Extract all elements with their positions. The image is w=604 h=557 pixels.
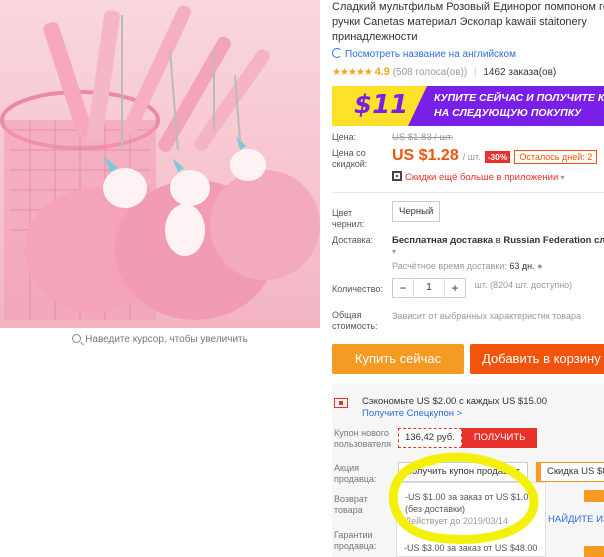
buy-now-button[interactable]: Купить сейчас [332,344,464,374]
product-title: Сладкий мультфильм Розовый Единорог помп… [332,1,604,43]
get-coupon-button[interactable]: ПОЛУЧИТЬ [461,428,538,448]
new-user-coupon: 136,42 руб. ПОЛУЧИТЬ [398,428,538,448]
seller-promo-label: Акция продавца: [334,463,377,484]
seller-coupon-dropdown[interactable]: Получить купон продавца ▼ [398,462,528,482]
find-more-link[interactable]: НАЙДИТЕ ИЗБРА [548,514,604,525]
ink-color-option[interactable]: Черный [392,201,441,222]
quantity-increase-button[interactable]: + [445,281,465,295]
product-page: Наведите курсор, чтобы увеличить Сладкий… [0,0,604,557]
product-photo [0,5,320,320]
product-image[interactable] [0,0,320,328]
coupon-amount: 136,42 руб. [398,428,462,448]
delivery-option[interactable]: Бесплатная доставка в Russian Federation… [392,235,604,246]
ink-color-label: Цвет чернил: [332,208,365,229]
orders-count: 1462 заказа(ов) [483,67,557,78]
gift-icon [334,398,348,408]
days-left-badge: Осталось дней: 2 [514,150,598,164]
discount-badge: -30% [484,151,511,163]
rating-score: 4.9 [374,66,390,78]
product-info: Сладкий мультфильм Розовый Единорог помп… [332,0,604,557]
delivery-label: Доставка: [332,235,374,245]
zoom-hint: Наведите курсор, чтобы увеличить [0,330,320,350]
rating-votes[interactable]: (508 голоса(ов)) [393,67,468,78]
seller-discount-tag[interactable]: Скидка US $8 з [536,462,604,482]
rating-stars-icon: ★★★★★ [332,67,373,78]
return-label: Возврат товара [334,494,368,515]
delivery-time: Расчётное время доставки: 63 дн. ● [392,261,543,271]
chevron-down-icon: ▼ [514,468,521,475]
quantity-decrease-button[interactable]: − [393,281,413,295]
seller-coupon-item[interactable]: -US $1.00 за заказ от US $1.01 (без дост… [405,491,533,527]
quantity-input[interactable]: 1 [413,279,445,297]
total-value: Зависит от выбранных характеристик товар… [392,311,581,321]
old-price: US $1.83 / шт. [392,132,454,143]
translate-icon [332,48,342,58]
coupon-tag-icon [584,490,604,502]
add-to-cart-button[interactable]: Добавить в корзину [470,344,604,374]
delivery-dropdown-icon[interactable]: ▾ [392,247,396,256]
seller-coupon-item[interactable]: -US $3.00 за заказ от US $48.00 [404,542,537,554]
banner-text: КУПИТЕ СЕЙЧАС И ПОЛУЧИТЕ КУП НА СЛЕДУЮЩУ… [434,92,604,119]
coupon-tag-icon [584,546,604,557]
price-row: US $1.28/ шт. -30% Осталось дней: 2 [392,147,598,165]
discount-price: US $1.28 [392,147,459,164]
special-coupon-link[interactable]: Получите Спецкупон > [362,408,462,419]
total-label: Общая стоимость: [332,310,378,331]
rating-row: ★★★★★ 4.9 (508 голоса(ов)) | 1462 заказа… [332,66,557,78]
translate-link[interactable]: Посмотреть название на английском [332,48,604,61]
magnifier-icon [72,334,82,343]
quantity-available: шт. (8204 шт. доступно) [474,280,573,290]
old-price-label: Цена: [332,132,357,142]
new-user-coupon-label: Купон нового пользователя [334,428,391,449]
promotions-panel: Сэкономьте US $2.00 с каждых US $15.00 П… [332,384,604,557]
quantity-label: Количество: [332,284,383,294]
discount-price-label: Цена со скидкой: [332,148,368,169]
quantity-stepper: − 1 + [392,278,466,298]
quantity-row: − 1 + шт. (8204 шт. доступно) [392,278,572,298]
app-discount-link[interactable]: Скидки ещё больше в приложении ▾ [392,171,565,183]
info-icon: ● [537,261,543,271]
qr-code-icon [392,171,402,181]
promo-banner[interactable]: $11 КУПИТЕ СЕЙЧАС И ПОЛУЧИТЕ КУП НА СЛЕД… [332,86,604,126]
guarantee-label: Гарантии продавца: [334,530,377,551]
special-coupon: Сэкономьте US $2.00 с каждых US $15.00 П… [362,396,547,419]
banner-badge: $11 [354,90,409,120]
